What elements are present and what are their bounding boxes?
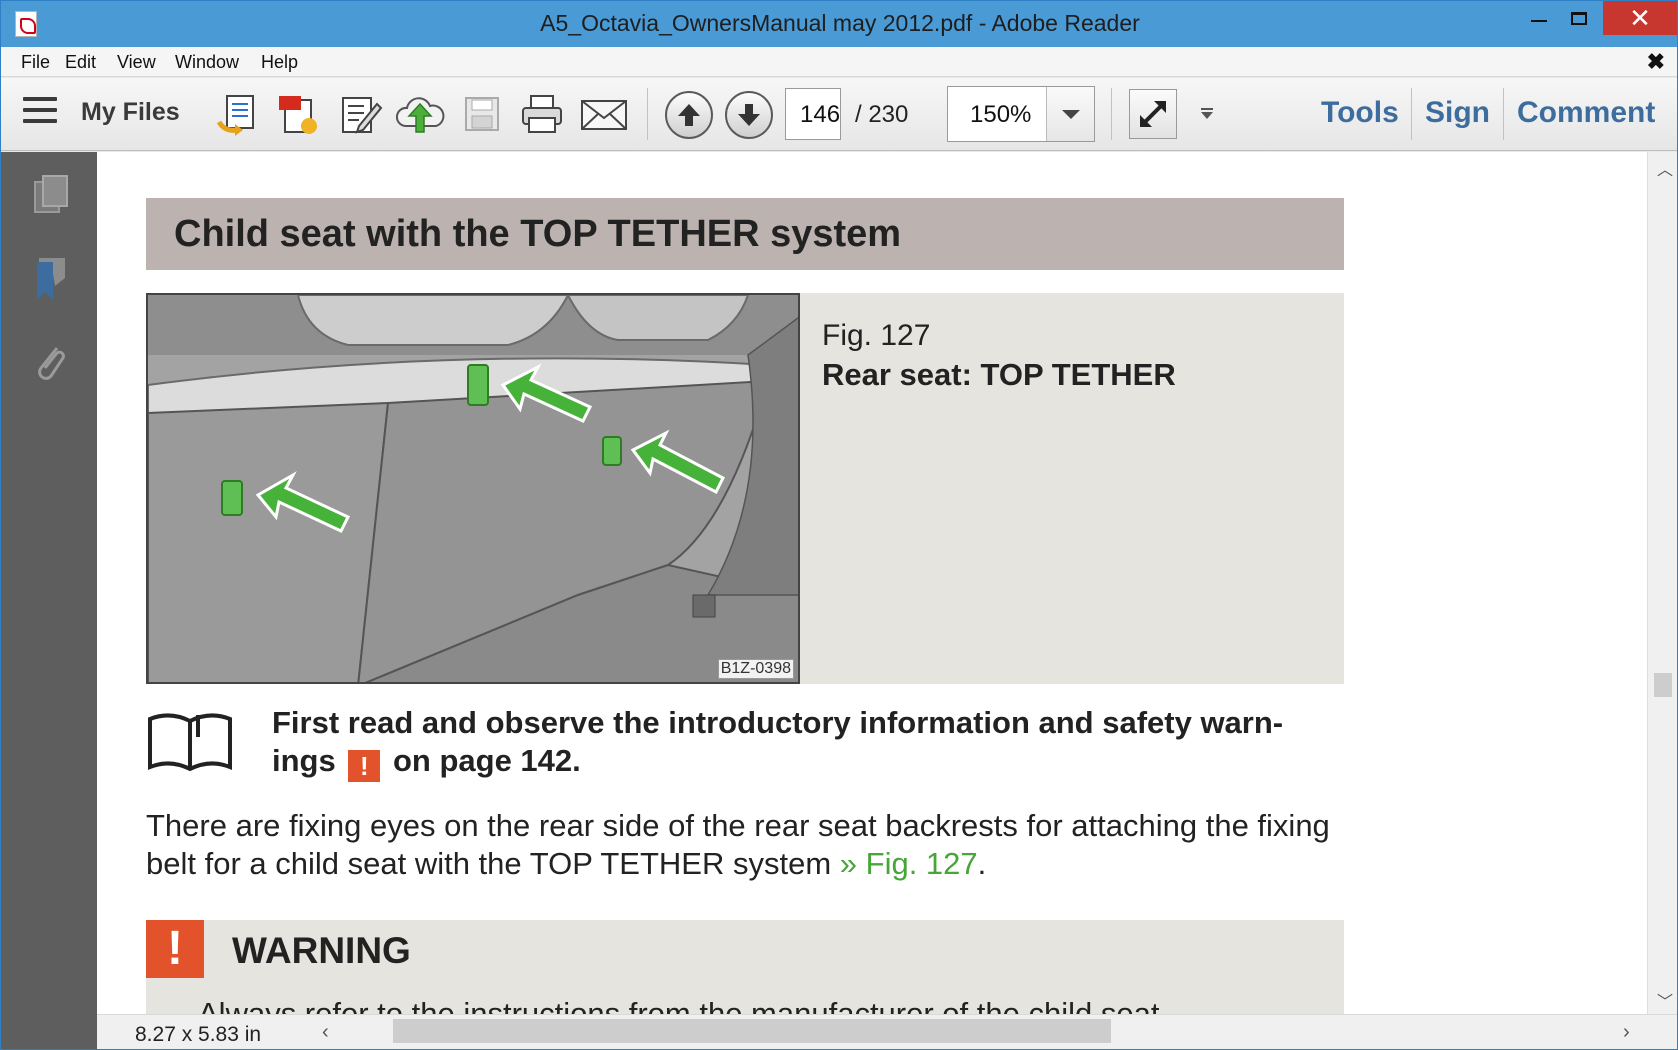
- my-files-button[interactable]: My Files: [81, 98, 180, 127]
- title-bar: A5_Octavia_OwnersManual may 2012.pdf - A…: [1, 1, 1677, 47]
- comment-link[interactable]: Comment: [1517, 96, 1655, 130]
- warning-box: ! WARNING Always refer to the instructio…: [146, 920, 1344, 1014]
- warning-inline-icon: !: [348, 750, 381, 782]
- document-viewport[interactable]: Child seat with the TOP TETHER system B1…: [97, 152, 1647, 1014]
- figure-number: Fig. 127: [822, 319, 931, 352]
- page-total: / 230: [855, 101, 909, 128]
- hamburger-menu-icon[interactable]: [23, 97, 57, 127]
- open-book-icon: [146, 707, 234, 773]
- menu-file[interactable]: File: [21, 52, 50, 73]
- body-paragraph: There are fixing eyes on the rear side o…: [146, 807, 1356, 883]
- sign-link[interactable]: Sign: [1425, 96, 1490, 130]
- attachment-icon[interactable]: [31, 340, 71, 386]
- warning-text: Always refer to the instructions from th…: [198, 996, 1160, 1014]
- figure-box: B1Z-0398 Fig. 127 Rear seat: TOP TETHER: [146, 293, 1344, 684]
- zoom-select[interactable]: 150%: [947, 86, 1095, 142]
- warning-title: WARNING: [232, 930, 411, 971]
- create-pdf-icon[interactable]: [213, 91, 263, 137]
- edit-pdf-icon[interactable]: [335, 91, 385, 137]
- scroll-right-icon[interactable]: ›: [1623, 1021, 1630, 1044]
- tools-link[interactable]: Tools: [1321, 96, 1399, 130]
- prev-page-button[interactable]: [665, 91, 713, 139]
- next-page-button[interactable]: [725, 91, 773, 139]
- scroll-down-icon[interactable]: ﹀: [1657, 988, 1673, 1012]
- vertical-scroll-thumb[interactable]: [1654, 673, 1672, 697]
- menu-edit[interactable]: Edit: [65, 52, 96, 73]
- body-period: .: [977, 846, 987, 881]
- arrow-down-icon: [738, 104, 760, 126]
- zoom-value: 150%: [970, 101, 1032, 128]
- pages-icon[interactable]: [31, 172, 71, 218]
- figure-caption: Rear seat: TOP TETHER: [822, 357, 1176, 392]
- close-document-button[interactable]: ✖: [1647, 49, 1665, 75]
- maximize-button[interactable]: [1555, 1, 1603, 35]
- save-icon[interactable]: [457, 91, 507, 137]
- toolbar: My Files 146 / 230 150% Tools Sign Comme…: [1, 78, 1677, 151]
- page-size-label: 8.27 x 5.83 in: [135, 1023, 262, 1046]
- navigation-panel: [1, 152, 97, 1049]
- convert-pdf-icon[interactable]: [273, 91, 323, 137]
- menu-view[interactable]: View: [117, 52, 156, 73]
- section-header: Child seat with the TOP TETHER system: [146, 198, 1344, 270]
- menu-window[interactable]: Window: [175, 52, 239, 73]
- menu-help[interactable]: Help: [261, 52, 298, 73]
- scroll-left-icon[interactable]: ‹: [322, 1021, 329, 1044]
- upload-cloud-icon[interactable]: [395, 91, 445, 137]
- section-title: Child seat with the TOP TETHER system: [174, 213, 902, 255]
- email-icon[interactable]: [579, 91, 629, 137]
- print-icon[interactable]: [517, 91, 567, 137]
- warning-icon: !: [146, 920, 204, 978]
- figure-link[interactable]: » Fig. 127: [840, 846, 978, 881]
- zoom-dropdown-button[interactable]: [1046, 87, 1094, 141]
- toolbar-options-icon[interactable]: [1199, 107, 1215, 126]
- read-first-page-ref[interactable]: on page 142.: [393, 743, 581, 778]
- read-first-notice: First read and observe the introductory …: [272, 704, 1332, 782]
- scroll-up-icon[interactable]: ︿: [1657, 156, 1673, 180]
- fullscreen-button[interactable]: [1129, 89, 1177, 139]
- vertical-scrollbar[interactable]: ︿ ﹀: [1647, 152, 1677, 1014]
- bookmark-icon[interactable]: [31, 256, 71, 302]
- horizontal-scroll-thumb[interactable]: [393, 1019, 1111, 1043]
- fullscreen-icon: [1140, 101, 1166, 127]
- window-title: A5_Octavia_OwnersManual may 2012.pdf - A…: [540, 10, 1140, 36]
- chevron-down-icon: [1061, 109, 1080, 119]
- adobe-reader-window: A5_Octavia_OwnersManual may 2012.pdf - A…: [0, 0, 1678, 1050]
- rear-seat-figure-image: B1Z-0398: [146, 293, 800, 684]
- menu-bar: File Edit View Window Help ✖: [1, 47, 1677, 77]
- body-text: There are fixing eyes on the rear side o…: [146, 808, 1330, 881]
- maximize-icon: [1571, 11, 1587, 25]
- figure-code: B1Z-0398: [717, 659, 794, 679]
- close-window-button[interactable]: ✕: [1603, 1, 1677, 35]
- page-number-input[interactable]: 146: [785, 88, 841, 140]
- status-bar: 8.27 x 5.83 in ‹ ›: [97, 1014, 1677, 1049]
- arrow-up-icon: [678, 104, 700, 126]
- minimize-icon: [1531, 20, 1547, 22]
